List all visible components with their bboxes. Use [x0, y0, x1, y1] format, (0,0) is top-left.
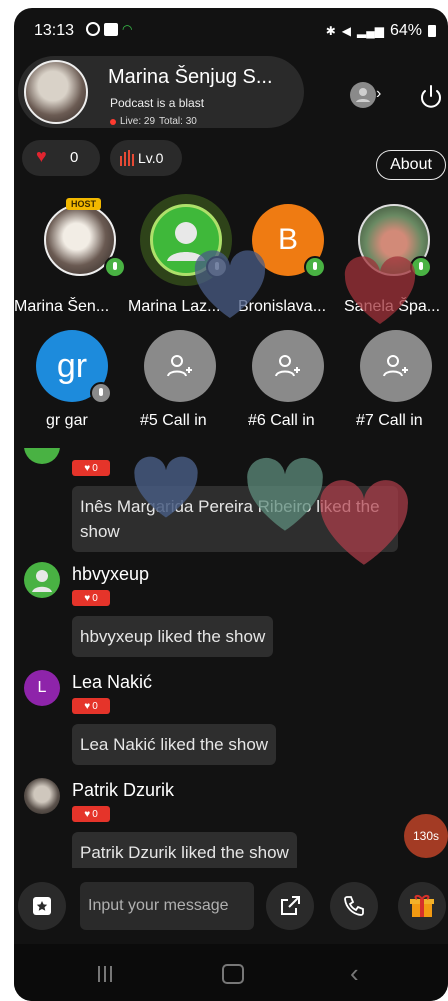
chat-username: hbvyxeup	[72, 564, 150, 584]
phone-icon	[344, 896, 364, 916]
sticker-icon	[33, 897, 51, 915]
heart-icon: ♥	[36, 146, 47, 166]
status-right: ✱ ◀ ▂▄▆ 64%	[326, 22, 436, 40]
level-badge: ♥ 0	[72, 460, 110, 476]
seat-gr-gar[interactable]: gr	[36, 330, 126, 420]
whatsapp-icon	[86, 22, 100, 36]
seat-initial: B	[277, 223, 298, 256]
heart-icon: ♥	[84, 700, 91, 712]
chat-avatar	[24, 778, 60, 814]
level-badge: ♥ 0	[72, 698, 110, 714]
chat-username: Lea Nakić	[72, 672, 153, 692]
host-subtitle: Podcast is a blast	[110, 96, 205, 110]
mic-icon	[304, 256, 326, 278]
chat-username: Patrik Dzurik	[72, 780, 175, 800]
live-count: Live: 29	[120, 116, 156, 127]
back-icon[interactable]: ‹	[350, 958, 359, 989]
seat-label: #7 Call in	[356, 412, 423, 429]
chat-message: Lea Nakić liked the show	[72, 724, 277, 765]
bluetooth-icon: ✱	[325, 24, 336, 38]
add-user-icon	[167, 355, 192, 377]
about-button[interactable]: About	[376, 150, 446, 180]
add-user-icon	[275, 355, 300, 377]
user-icon	[350, 82, 376, 108]
host-name: Marina Šenjug S...	[108, 66, 273, 88]
navigation-bar: ‹	[14, 944, 448, 1001]
gift-icon	[410, 894, 434, 917]
gallery-icon	[104, 22, 118, 36]
wifi-icon: ◠	[122, 22, 133, 36]
level-text: Lv.0	[138, 150, 164, 166]
level-badge: ♥ 0	[72, 806, 110, 822]
chevron-right-icon: ›	[376, 85, 382, 102]
gift-button[interactable]	[398, 882, 446, 930]
status-time: 13:13	[34, 22, 75, 39]
battery-text: 64%	[389, 22, 422, 39]
level-pill: Lv.0	[110, 140, 182, 176]
floating-heart-icon	[320, 480, 408, 565]
phone-screen: 13:13 ◠ ✱ ◀ ▂▄▆ 64% Marina Šenjug S... P…	[14, 8, 448, 1001]
likes-count: 0	[70, 149, 79, 166]
likes-pill: ♥ 0	[22, 140, 100, 176]
chat-avatar	[24, 562, 60, 598]
call-in-seat-7[interactable]	[360, 330, 432, 402]
listener-toggle[interactable]: ›	[350, 82, 388, 108]
mute-icon: ◀	[341, 24, 351, 38]
home-icon[interactable]	[222, 964, 244, 984]
share-button[interactable]	[266, 882, 314, 930]
power-button[interactable]	[416, 82, 446, 112]
floating-heart-icon	[344, 256, 416, 324]
emoji-button[interactable]	[18, 882, 66, 930]
seat-initial: gr	[56, 346, 88, 385]
avatar-initial: L	[37, 679, 47, 696]
call-in-seat-6[interactable]	[252, 330, 324, 402]
share-icon	[281, 896, 300, 915]
live-dot-icon	[110, 118, 116, 125]
chat-message: hbvyxeup liked the show	[72, 616, 274, 657]
host-tag: HOST	[66, 198, 102, 210]
call-button[interactable]	[330, 882, 378, 930]
live-stats: Live: 29 Total: 30	[110, 116, 197, 127]
level-badge: ♥ 0	[72, 590, 110, 606]
chat-avatar	[24, 448, 60, 464]
seat-label: #5 Call in	[140, 412, 207, 429]
total-count: Total: 30	[159, 116, 197, 127]
host-avatar[interactable]	[24, 60, 88, 124]
seat-label: Marina Šen...	[14, 298, 110, 315]
seat-host[interactable]: HOST	[32, 198, 128, 308]
chat-message: Patrik Dzurik liked the show	[72, 832, 297, 868]
mic-icon	[104, 256, 126, 278]
countdown-timer[interactable]: 130s	[404, 814, 448, 858]
call-in-seat-5[interactable]	[144, 330, 216, 402]
seat-label: gr gar	[46, 412, 88, 429]
seat-label: #6 Call in	[248, 412, 315, 429]
message-input[interactable]	[80, 882, 254, 930]
status-notification-icons: ◠	[86, 22, 132, 36]
floating-heart-icon	[194, 250, 266, 318]
host-card[interactable]: Marina Šenjug S... Podcast is a blast Li…	[18, 56, 304, 128]
recent-apps-icon[interactable]	[98, 966, 112, 982]
battery-icon	[428, 25, 436, 37]
mic-icon	[90, 382, 112, 404]
heart-icon: ♥	[84, 808, 91, 820]
heart-icon: ♥	[84, 592, 91, 604]
signal-icon: ▂▄▆	[357, 24, 384, 38]
floating-heart-icon	[134, 456, 198, 518]
level-bars-icon	[120, 150, 134, 166]
status-bar: 13:13 ◠ ✱ ◀ ▂▄▆ 64%	[14, 8, 448, 50]
default-user-icon	[32, 570, 52, 592]
add-user-icon	[383, 355, 408, 377]
heart-icon: ♥	[84, 462, 91, 474]
chat-avatar: L	[24, 670, 60, 706]
power-icon	[421, 85, 441, 108]
